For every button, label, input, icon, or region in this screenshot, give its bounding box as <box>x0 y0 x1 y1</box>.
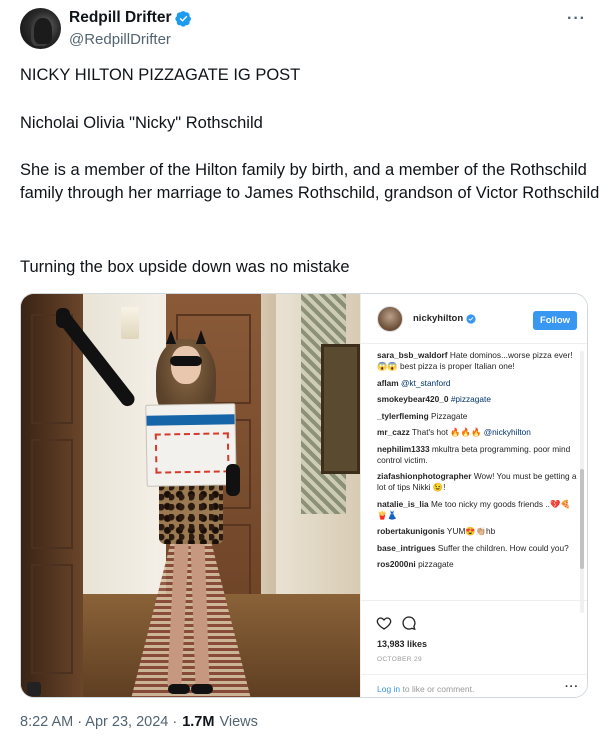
shoe <box>191 684 213 694</box>
ig-comment: robertakunigonis YUM😍👏🏼hb <box>377 526 577 537</box>
login-prompt-text: to like or comment. <box>400 684 475 694</box>
login-link[interactable]: Log in <box>377 684 400 694</box>
ig-comment: _tylerfleming Pizzagate <box>377 411 577 422</box>
follow-button[interactable]: Follow <box>533 311 577 330</box>
post-line-1: NICKY HILTON PIZZAGATE IG POST <box>20 66 301 84</box>
scrollbar-thumb[interactable] <box>580 469 584 569</box>
comment-user[interactable]: natalie_is_lia <box>377 499 429 509</box>
ig-username[interactable]: nickyhilton <box>413 313 463 324</box>
comment-text: YUM😍👏🏼hb <box>446 526 496 536</box>
wall-frame <box>321 344 360 474</box>
comment-text: pizzagate <box>418 559 454 569</box>
ig-avatar[interactable] <box>377 306 403 332</box>
comment-user[interactable]: base_intrigues <box>377 543 436 553</box>
views-label: Views <box>219 714 258 730</box>
ig-comment: sara_bsb_waldorf Hate dominos...worse pi… <box>377 350 577 372</box>
author-avatar[interactable] <box>20 8 61 49</box>
author-handle[interactable]: @RedpillDrifter <box>69 31 171 48</box>
ig-login-bar: Log in to like or comment. ··· <box>361 674 587 697</box>
ig-comments: sara_bsb_waldorf Hate dominos...worse pi… <box>377 350 577 576</box>
comment-text: That's hot 🔥🔥🔥 <box>411 427 482 437</box>
cat-ears <box>164 330 208 344</box>
sunglasses <box>170 356 202 366</box>
ig-comment: smokeybear420_0 #pizzagate <box>377 394 577 405</box>
shoe <box>168 684 190 694</box>
timestamp[interactable]: 8:22 AM · Apr 23, 2024 · <box>20 714 177 730</box>
ig-actions: 13,983 likes OCTOBER 29 Log in to like o… <box>361 600 587 697</box>
ig-comment: ros2000ni pizzagate <box>377 559 577 570</box>
attached-image[interactable]: nickyhilton Follow sara_bsb_waldorf Hate… <box>20 293 588 698</box>
tweet-meta: 8:22 AM · Apr 23, 2024 · 1.7M Views <box>20 714 258 730</box>
post-line-3: She is a member of the Hilton family by … <box>20 161 600 202</box>
post-line-2: Nicholai Olivia "Nicky" Rothschild <box>20 114 263 132</box>
instagram-panel: nickyhilton Follow sara_bsb_waldorf Hate… <box>360 294 587 697</box>
comment-user[interactable]: _tylerfleming <box>377 411 429 421</box>
comment-user[interactable]: sara_bsb_waldorf <box>377 350 448 360</box>
display-name[interactable]: Redpill Drifter <box>69 9 171 27</box>
gloved-hand <box>226 464 240 496</box>
post-line-4: Turning the box upside down was no mista… <box>20 258 350 276</box>
views-count[interactable]: 1.7M <box>182 714 214 730</box>
user-tag-icon <box>27 682 41 696</box>
like-count[interactable]: 13,983 likes <box>377 639 427 649</box>
ig-comment: base_intrigues Suffer the children. How … <box>377 543 577 554</box>
ig-comment: mr_cazz That's hot 🔥🔥🔥 @nickyhilton <box>377 427 577 438</box>
ig-comment: natalie_is_lia Me too nicky my goods fri… <box>377 499 577 521</box>
ig-comment: aflam @kt_stanford <box>377 378 577 389</box>
ig-header: nickyhilton Follow <box>361 294 587 344</box>
ig-comment: nephilim1333 mkultra beta programming. p… <box>377 444 577 466</box>
verified-badge-icon <box>175 10 192 27</box>
comment-user[interactable]: robertakunigonis <box>377 526 445 536</box>
pizza-box <box>145 403 237 487</box>
comment-mention[interactable]: @kt_stanford <box>401 378 450 388</box>
comment-user[interactable]: mr_cazz <box>377 427 410 437</box>
ig-comment: ziafashionphotographer Wow! You must be … <box>377 471 577 493</box>
comments-scrollbar[interactable] <box>580 351 584 613</box>
comment-bubble-icon[interactable] <box>401 615 417 631</box>
comment-user[interactable]: ziafashionphotographer <box>377 471 472 481</box>
post-date: OCTOBER 29 <box>377 656 423 663</box>
comment-user[interactable]: nephilim1333 <box>377 444 430 454</box>
comment-text: Suffer the children. How could you? <box>437 542 569 553</box>
comment-user[interactable]: smokeybear420_0 <box>377 394 449 404</box>
ig-more-icon[interactable]: ··· <box>565 681 579 693</box>
left-door <box>21 294 83 697</box>
comment-mention[interactable]: @nickyhilton <box>484 427 531 437</box>
avatar-silhouette <box>34 18 52 44</box>
tweet: Redpill Drifter @RedpillDrifter ··· NICK… <box>0 0 612 740</box>
comment-user[interactable]: ros2000ni <box>377 559 416 569</box>
comment-hashtag[interactable]: #pizzagate <box>451 394 491 404</box>
instagram-photo <box>21 294 360 697</box>
comment-user[interactable]: aflam <box>377 378 399 388</box>
gloved-hand <box>56 308 70 328</box>
heart-icon[interactable] <box>376 615 392 631</box>
login-prompt: Log in to like or comment. <box>377 684 474 694</box>
more-options-icon[interactable]: ··· <box>567 10 586 28</box>
comment-text: Pizzagate <box>430 410 468 421</box>
wall-sconce <box>121 307 139 339</box>
author-name-row[interactable]: Redpill Drifter <box>69 9 192 27</box>
ig-verified-icon <box>466 313 476 324</box>
ig-username-row[interactable]: nickyhilton <box>413 313 476 324</box>
